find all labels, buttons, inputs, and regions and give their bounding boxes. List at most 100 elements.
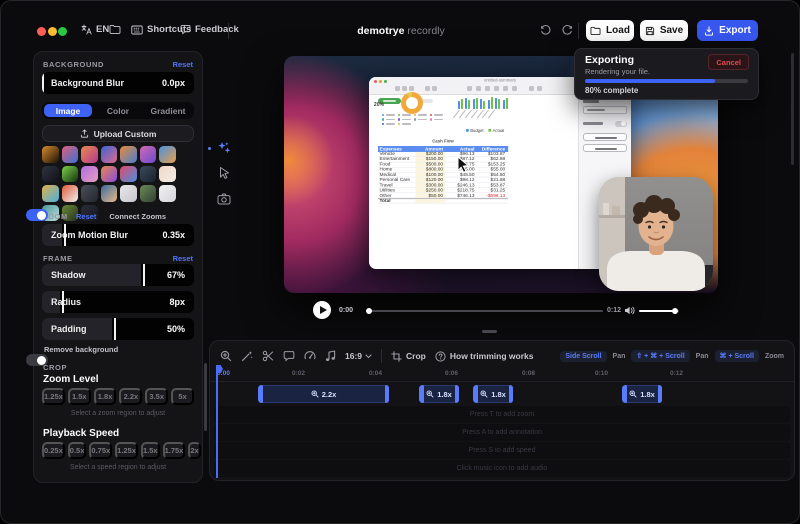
seek-bar[interactable] — [367, 310, 603, 312]
language-switcher[interactable]: EN — [81, 24, 109, 35]
background-thumbnail[interactable] — [159, 166, 176, 183]
magic-wand-tool-icon[interactable] — [241, 350, 253, 362]
background-thumbnail[interactable] — [81, 166, 98, 183]
background-thumbnail[interactable] — [62, 166, 79, 183]
slider-radius[interactable]: Radius8px — [42, 291, 194, 313]
effects-tool-button[interactable] — [216, 140, 232, 156]
background-thumbnail[interactable] — [42, 146, 59, 163]
save-button[interactable]: Save — [640, 20, 688, 41]
slider-shadow[interactable]: Shadow67% — [42, 264, 194, 286]
background-reset-link[interactable]: Reset — [173, 60, 193, 69]
zoom-motion-blur-slider[interactable]: Zoom Motion Blur 0.35x — [42, 224, 194, 246]
background-thumbnail[interactable] — [62, 185, 79, 202]
background-thumbnail[interactable] — [101, 166, 118, 183]
track-row-3[interactable]: Press S to add speed — [214, 442, 790, 459]
track-row-4[interactable]: Click music icon to add audio — [214, 460, 790, 477]
save-floppy-icon — [645, 26, 655, 36]
background-blur-handle[interactable] — [42, 72, 44, 94]
close-window-button[interactable] — [37, 27, 46, 36]
zoom-level-option-1.25x[interactable]: 1.25x — [42, 388, 65, 405]
audio-tool-icon[interactable] — [325, 350, 336, 362]
background-thumbnail[interactable] — [120, 146, 137, 163]
camera-tool-button[interactable] — [217, 193, 231, 205]
redo-button[interactable] — [561, 24, 573, 36]
speed-option-1.5x[interactable]: 1.5x — [141, 442, 160, 459]
play-button[interactable] — [313, 301, 331, 319]
load-button[interactable]: Load — [586, 20, 634, 41]
titlebar: EN Shortcuts Feedback demotrye recordly … — [1, 1, 799, 45]
frame-reset-link[interactable]: Reset — [173, 254, 193, 263]
background-thumbnail[interactable] — [140, 185, 157, 202]
zoom-level-option-5x[interactable]: 5x — [171, 388, 194, 405]
background-thumbnail[interactable] — [101, 185, 118, 202]
background-thumbnail[interactable] — [140, 146, 157, 163]
ruler-tick-0:08: 0:08 — [522, 370, 535, 377]
bg-tab-image[interactable]: Image — [44, 104, 92, 117]
how-trimming-works-label: How trimming works — [450, 351, 534, 361]
zoom-reset-link[interactable]: Reset — [76, 212, 96, 221]
zoom-level-option-1.5x[interactable]: 1.5x — [68, 388, 91, 405]
playhead[interactable] — [216, 368, 218, 478]
track-row-2[interactable]: Press A to add annotation — [214, 424, 790, 441]
background-thumbnail[interactable] — [120, 185, 137, 202]
cut-tool-icon[interactable] — [262, 350, 274, 362]
speed-option-2x[interactable]: 2x — [188, 442, 200, 459]
save-label: Save — [660, 25, 683, 36]
app-scrollbar[interactable] — [791, 53, 794, 165]
cursor-tool-button[interactable] — [218, 166, 231, 180]
projects-button[interactable] — [109, 24, 121, 35]
background-thumbnail[interactable] — [101, 146, 118, 163]
feedback-button[interactable]: Feedback — [180, 24, 239, 35]
minimize-window-button[interactable] — [48, 27, 57, 36]
upload-custom-button[interactable]: Upload Custom — [42, 125, 194, 142]
zoom-window-button[interactable] — [58, 27, 67, 36]
background-thumbnail[interactable] — [159, 146, 176, 163]
slider-shadow-handle[interactable] — [143, 264, 145, 286]
zoom-level-option-2.2x[interactable]: 2.2x — [119, 388, 142, 405]
undo-button[interactable] — [540, 24, 552, 36]
background-thumbnail[interactable] — [159, 185, 176, 202]
speed-option-0.5x[interactable]: 0.5x — [68, 442, 87, 459]
window-toolbar-glyph — [476, 86, 481, 91]
export-cancel-button[interactable]: Cancel — [708, 54, 749, 70]
speed-option-1.25x[interactable]: 1.25x — [115, 442, 138, 459]
sidebar-scrollbar[interactable] — [204, 363, 207, 431]
bg-tab-gradient[interactable]: Gradient — [144, 104, 192, 117]
zoom-level-option-1.8x[interactable]: 1.8x — [94, 388, 117, 405]
aspect-ratio-select[interactable]: 16:9 — [345, 351, 372, 361]
webcam-overlay[interactable] — [599, 177, 713, 291]
speed-option-0.75x[interactable]: 0.75x — [89, 442, 112, 459]
background-blur-slider[interactable]: Background Blur 0.0px — [42, 72, 194, 94]
crop-button[interactable]: Crop — [391, 351, 426, 362]
slider-padding-label: Padding — [51, 324, 87, 334]
zoom-segment[interactable]: 1.8x — [622, 385, 662, 403]
volume-slider[interactable] — [639, 310, 679, 313]
speed-option-0.25x[interactable]: 0.25x — [42, 442, 65, 459]
speed-option-1.75x[interactable]: 1.75x — [163, 442, 186, 459]
background-thumbnail[interactable] — [120, 166, 137, 183]
track-row-1[interactable]: Press T to add zoom — [214, 406, 790, 423]
background-thumbnail[interactable] — [42, 166, 59, 183]
export-button[interactable]: Export — [697, 20, 758, 41]
slider-padding-handle[interactable] — [114, 318, 116, 340]
background-thumbnail[interactable] — [62, 146, 79, 163]
zoom-in-tool-icon[interactable] — [220, 350, 232, 362]
connect-zooms-toggle[interactable] — [26, 209, 48, 221]
seek-handle[interactable] — [366, 308, 372, 314]
background-thumbnail[interactable] — [81, 185, 98, 202]
panel-resize-handle[interactable] — [482, 330, 497, 333]
speed-tool-icon[interactable] — [304, 350, 316, 362]
zoom-level-option-3.5x[interactable]: 3.5x — [145, 388, 168, 405]
background-thumbnail[interactable] — [42, 185, 59, 202]
background-thumbnail[interactable] — [81, 146, 98, 163]
bg-tab-color[interactable]: Color — [94, 104, 142, 117]
zoom-segment[interactable]: 2.2x — [258, 385, 389, 403]
how-trimming-works-button[interactable]: How trimming works — [435, 351, 534, 362]
annotation-tool-icon[interactable] — [283, 350, 295, 362]
zoom-segment[interactable]: 1.8x — [473, 385, 513, 403]
volume-handle[interactable] — [672, 308, 679, 315]
zoom-segment[interactable]: 1.8x — [419, 385, 459, 403]
slider-padding[interactable]: Padding50% — [42, 318, 194, 340]
speaker-icon[interactable] — [624, 305, 635, 316]
background-thumbnail[interactable] — [140, 166, 157, 183]
